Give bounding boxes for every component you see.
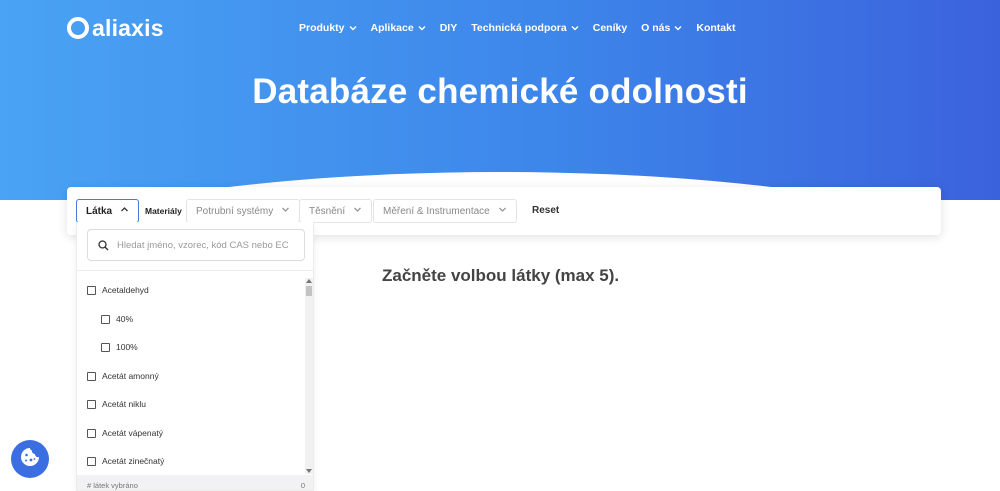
page-title: Databáze chemické odolnosti	[252, 72, 748, 111]
checkbox[interactable]	[87, 456, 96, 466]
nav-item-ceniky[interactable]: Ceníky	[593, 22, 627, 34]
scroll-down-arrow-icon[interactable]	[306, 469, 312, 473]
chevron-down-icon	[571, 24, 579, 32]
substance-dropdown-panel: Acetaldehyd 40% 100% Acetát amonný Acetá…	[76, 222, 314, 491]
list-item-acetaldehyd[interactable]: Acetaldehyd	[87, 285, 149, 295]
list-item-acetat-vapenaty[interactable]: Acetát vápenatý	[87, 428, 163, 438]
divider	[77, 270, 313, 271]
substance-filter-label: Látka	[86, 205, 113, 217]
checkbox[interactable]	[87, 399, 96, 409]
list-item-acetat-amonny[interactable]: Acetát amonný	[87, 371, 159, 381]
nav-label: Technická podpora	[471, 22, 567, 34]
materials-label: Materiály	[145, 206, 182, 216]
cookie-icon	[19, 446, 41, 473]
list-item-label: 100%	[116, 342, 138, 352]
nav-item-diy[interactable]: DIY	[440, 22, 458, 34]
checkbox[interactable]	[101, 314, 110, 324]
cookie-settings-button[interactable]	[11, 440, 49, 478]
nav-item-aplikace[interactable]: Aplikace	[371, 22, 426, 34]
reset-button[interactable]: Reset	[532, 205, 559, 216]
checkbox[interactable]	[87, 428, 96, 438]
selected-count-label: # látek vybráno	[87, 480, 138, 490]
hero-banner: aliaxis Produkty Aplikace DIY Technická …	[0, 0, 1000, 200]
list-item-label: Acetát amonný	[102, 371, 159, 381]
substance-search-input[interactable]	[117, 239, 297, 251]
list-item-label: Acetát niklu	[102, 399, 146, 409]
chevron-down-icon	[498, 205, 507, 217]
measurement-filter-label: Měření & Instrumentace	[383, 205, 490, 217]
list-item-label: Acetát zinečnatý	[102, 456, 165, 466]
logo-ring-icon	[67, 17, 89, 39]
pipe-systems-filter-label: Potrubní systémy	[196, 205, 274, 217]
checkbox[interactable]	[87, 285, 96, 295]
substance-list: Acetaldehyd 40% 100% Acetát amonný Acetá…	[77, 275, 305, 473]
chevron-up-icon	[120, 205, 129, 217]
nav-label: Produkty	[299, 22, 345, 34]
nav-label: Kontakt	[696, 22, 736, 34]
chevron-down-icon	[281, 205, 290, 217]
selected-count-bar: # látek vybráno 0	[77, 475, 313, 490]
logo[interactable]: aliaxis	[67, 15, 164, 41]
pipe-systems-filter-dropdown[interactable]: Potrubní systémy	[186, 199, 301, 223]
scrollbar[interactable]	[305, 278, 313, 474]
measurement-filter-dropdown[interactable]: Měření & Instrumentace	[373, 199, 517, 223]
list-item-acetat-zinecnaty[interactable]: Acetát zinečnatý	[87, 456, 164, 466]
checkbox[interactable]	[101, 342, 110, 352]
main-nav: Produkty Aplikace DIY Technická podpora …	[299, 22, 749, 34]
substance-filter-dropdown[interactable]: Látka	[76, 199, 140, 223]
nav-item-o-nas[interactable]: O nás	[641, 22, 682, 34]
chevron-down-icon	[418, 24, 426, 32]
seals-filter-label: Těsnění	[309, 205, 346, 217]
nav-label: DIY	[439, 22, 458, 34]
list-item-acetaldehyd-100[interactable]: 100%	[101, 342, 138, 352]
search-icon	[98, 239, 117, 251]
list-item-label: 40%	[116, 314, 134, 324]
chevron-down-icon	[674, 24, 682, 32]
list-item-acetaldehyd-40[interactable]: 40%	[101, 314, 133, 324]
list-item-label: Acetaldehyd	[102, 285, 149, 295]
seals-filter-dropdown[interactable]: Těsnění	[299, 199, 373, 223]
scroll-up-arrow-icon[interactable]	[306, 279, 312, 283]
list-item-label: Acetát vápenatý	[102, 428, 163, 438]
nav-item-kontakt[interactable]: Kontakt	[696, 22, 735, 34]
empty-state-message: Začněte volbou látky (max 5).	[382, 266, 620, 285]
nav-item-technicka-podpora[interactable]: Technická podpora	[471, 22, 579, 34]
nav-label: O nás	[641, 22, 671, 34]
list-item-acetat-niklu[interactable]: Acetát niklu	[87, 399, 146, 409]
nav-item-produkty[interactable]: Produkty	[299, 22, 357, 34]
substance-search-box	[87, 229, 305, 261]
selected-count-value: 0	[300, 480, 305, 490]
chevron-down-icon	[353, 205, 362, 217]
nav-label: Ceníky	[592, 22, 628, 34]
logo-text: aliaxis	[92, 15, 164, 41]
scrollbar-thumb[interactable]	[306, 286, 312, 296]
chevron-down-icon	[349, 24, 357, 32]
nav-label: Aplikace	[370, 22, 414, 34]
checkbox[interactable]	[87, 371, 96, 381]
